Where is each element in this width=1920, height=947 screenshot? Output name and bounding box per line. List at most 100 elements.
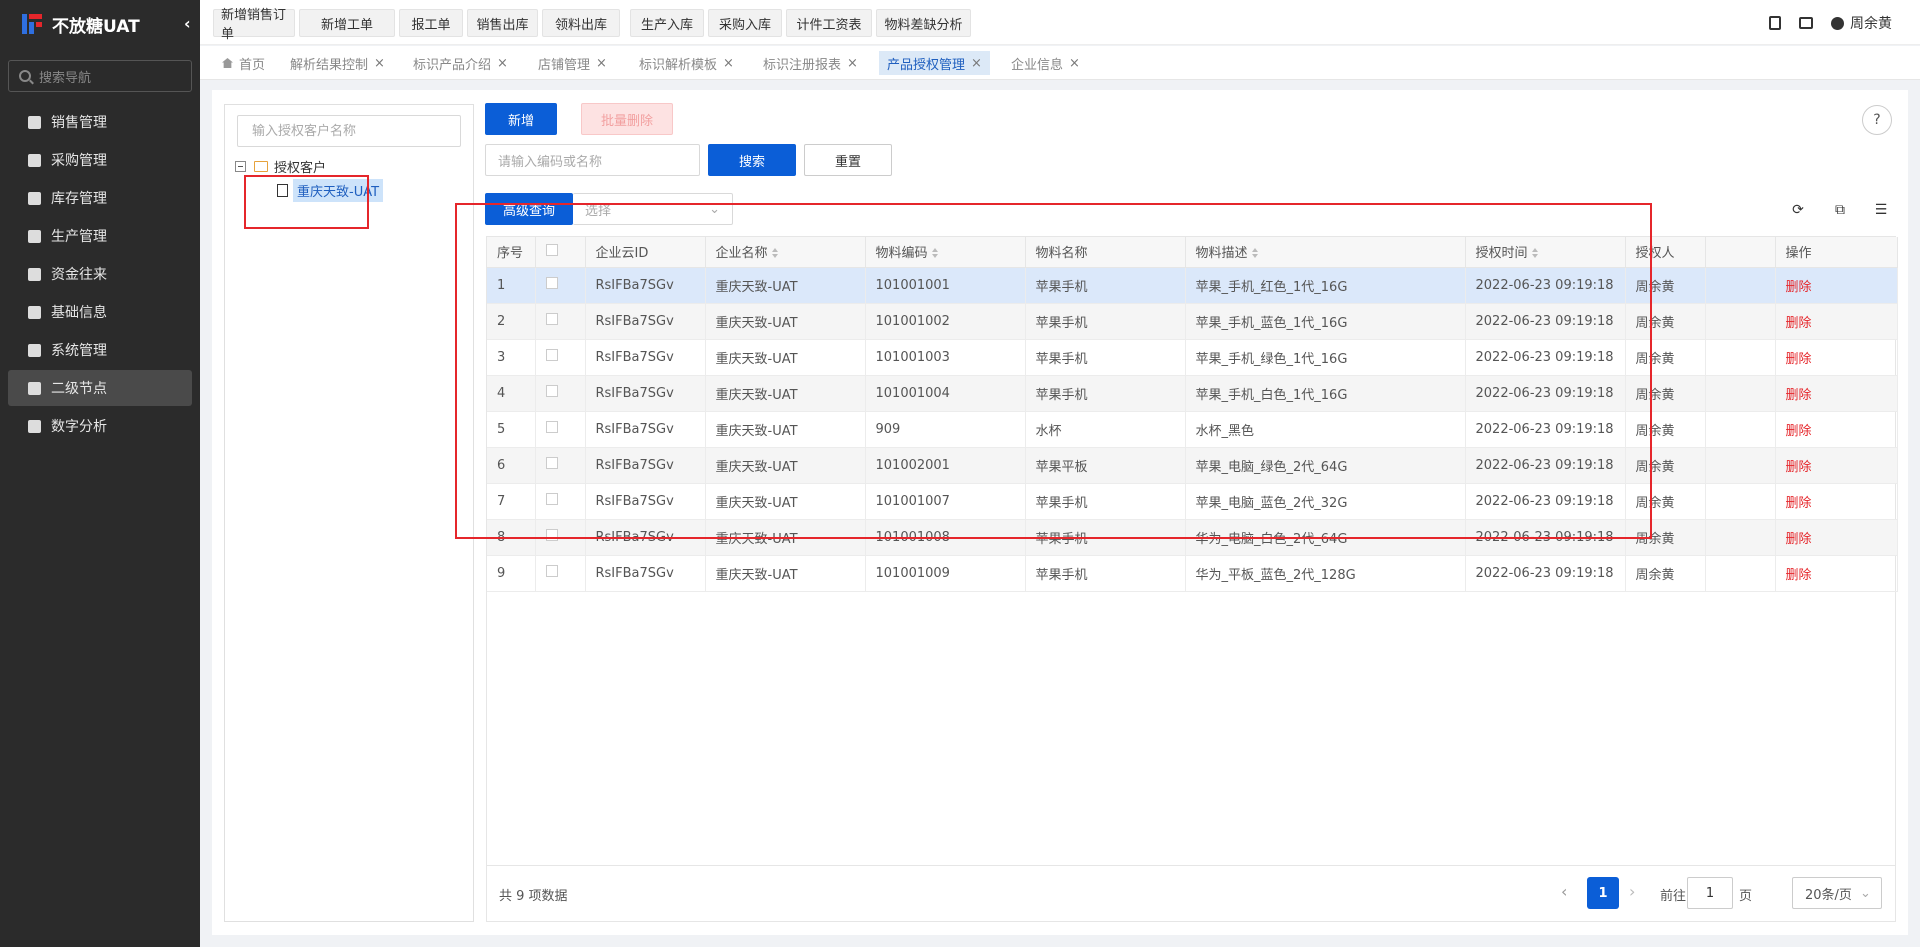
quick-action-button[interactable]: 物料差缺分析: [876, 9, 971, 37]
sidebar: 不放糖UAT ‹ 搜索导航 销售管理采购管理库存管理生产管理资金往来 基础信息系统…: [0, 0, 200, 947]
mobile-icon[interactable]: [1769, 15, 1781, 30]
tab-label: 企业信息: [1011, 57, 1064, 73]
tab-label: 解析结果控制: [290, 57, 369, 73]
tab[interactable]: 标识解析模板 ×: [631, 51, 742, 75]
app-logo: 不放糖UAT ‹: [0, 0, 200, 48]
table-cell: [535, 555, 586, 592]
table-cell: 101001009: [865, 555, 1026, 592]
close-tab-icon[interactable]: ×: [971, 56, 982, 71]
sidebar-item[interactable]: 库存管理: [8, 180, 192, 216]
help-icon[interactable]: ?: [1862, 105, 1892, 135]
sidebar-item-label: 系统管理: [51, 343, 107, 359]
sidebar-item[interactable]: 系统管理: [8, 332, 192, 368]
sidebar-item-label: 采购管理: [51, 153, 107, 169]
delete-link[interactable]: 删除: [1775, 339, 1898, 376]
table-cell: 重庆天致-UAT: [705, 555, 866, 592]
table-cell: [1705, 483, 1776, 520]
tab-label: 产品授权管理: [887, 57, 966, 73]
quick-action-button[interactable]: 采购入库: [708, 9, 782, 37]
add-button[interactable]: 新增: [485, 103, 557, 135]
delete-link[interactable]: 删除: [1775, 555, 1898, 592]
logo-icon: [20, 12, 44, 36]
tab[interactable]: 店铺管理 ×: [530, 51, 615, 75]
search-button[interactable]: 搜索: [708, 144, 796, 176]
fullscreen-icon[interactable]: ⧉: [1832, 202, 1848, 218]
delete-link[interactable]: 删除: [1775, 267, 1898, 304]
user-menu[interactable]: 周余黄: [1831, 13, 1892, 33]
column-header[interactable]: [1705, 237, 1776, 268]
sidebar-item[interactable]: 数字分析: [8, 408, 192, 444]
reset-button[interactable]: 重置: [804, 144, 892, 176]
close-tab-icon[interactable]: ×: [596, 56, 607, 71]
table-cell: RsIFBa7SGv: [585, 555, 706, 592]
tree-search-input[interactable]: [237, 115, 461, 147]
close-tab-icon[interactable]: ×: [847, 56, 858, 71]
delete-link[interactable]: 删除: [1775, 519, 1898, 556]
quick-action-button[interactable]: 生产入库: [630, 9, 704, 37]
search-icon: [19, 70, 31, 82]
tree-root-node[interactable]: 授权客户: [235, 157, 326, 176]
sidebar-item-label: 销售管理: [51, 115, 107, 131]
next-page-icon[interactable]: ›: [1629, 882, 1635, 901]
delete-link[interactable]: 删除: [1775, 375, 1898, 412]
sidebar-item-label: 生产管理: [51, 229, 107, 245]
tab[interactable]: 解析结果控制 ×: [282, 51, 393, 75]
sidebar-item[interactable]: 生产管理: [8, 218, 192, 254]
tab[interactable]: 产品授权管理 ×: [879, 51, 990, 75]
column-header[interactable]: 操作: [1775, 237, 1898, 268]
tab-label: 店铺管理: [538, 57, 591, 73]
goto-page-input[interactable]: 1: [1687, 877, 1733, 909]
quick-action-button[interactable]: 报工单: [399, 9, 463, 37]
screen-icon[interactable]: [1799, 16, 1813, 29]
collapse-node-icon[interactable]: [235, 161, 246, 172]
user-icon: [1831, 16, 1844, 30]
sidebar-item[interactable]: 采购管理: [8, 142, 192, 178]
sidebar-item[interactable]: 基础信息: [8, 294, 192, 330]
tab[interactable]: 标识产品介绍 ×: [405, 51, 516, 75]
delete-link[interactable]: 删除: [1775, 303, 1898, 340]
pie-icon: [28, 419, 41, 433]
table-row[interactable]: 9 RsIFBa7SGv 重庆天致-UAT 101001009 苹果手机 华为_平板_蓝色…: [487, 555, 1898, 592]
page-current[interactable]: 1: [1587, 877, 1619, 909]
tab-label: 标识注册报表: [763, 57, 842, 73]
prev-page-icon[interactable]: ‹: [1561, 882, 1567, 901]
close-tab-icon[interactable]: ×: [1069, 56, 1080, 71]
table-cell: [1705, 339, 1776, 376]
tab[interactable]: 首页: [214, 51, 273, 75]
quick-action-button[interactable]: 新增工单: [299, 9, 395, 37]
table-cell: 2022-06-23 09:19:18: [1465, 555, 1626, 592]
table-cell: 周余黄: [1625, 555, 1706, 592]
sidebar-item[interactable]: 二级节点: [8, 370, 192, 406]
close-tab-icon[interactable]: ×: [723, 56, 734, 71]
quick-action-button[interactable]: 新增销售订单: [213, 8, 295, 42]
quick-action-button[interactable]: 领料出库: [542, 9, 620, 37]
quick-action-button[interactable]: 销售出库: [467, 9, 538, 37]
column-settings-icon[interactable]: ☰: [1873, 202, 1889, 218]
quick-action-button[interactable]: 计件工资表: [786, 9, 872, 37]
folder-icon: [254, 161, 268, 172]
collapse-sidebar-icon[interactable]: ‹: [184, 14, 191, 33]
batch-delete-button[interactable]: 批量删除: [581, 103, 673, 135]
tab[interactable]: 标识注册报表 ×: [755, 51, 866, 75]
delete-link[interactable]: 删除: [1775, 483, 1898, 520]
table-cell: [1705, 555, 1776, 592]
app-title: 不放糖UAT: [52, 16, 140, 37]
apps-icon: [28, 343, 41, 357]
sidebar-item[interactable]: 资金往来: [8, 256, 192, 292]
doc-icon: [28, 381, 41, 395]
sidebar-item[interactable]: 销售管理: [8, 104, 192, 140]
row-checkbox[interactable]: [545, 565, 558, 577]
tab[interactable]: 企业信息 ×: [1003, 51, 1088, 75]
page-size-select[interactable]: 20条/页 ⌄: [1792, 877, 1882, 909]
delete-link[interactable]: 删除: [1775, 447, 1898, 484]
pagination-bar: 共 9 项数据 ‹ 1 › 前往 1 页 20条/页 ⌄: [487, 865, 1895, 921]
delete-link[interactable]: 删除: [1775, 411, 1898, 448]
tab-bar: 首页 解析结果控制 × 标识产品介绍 × 店铺管理 × 标识解析模板 × 标识注册报表 × 产品授权管…: [200, 46, 1920, 80]
sidebar-item-label: 二级节点: [51, 381, 107, 397]
nav-search-input[interactable]: 搜索导航: [8, 60, 192, 92]
code-name-search-input[interactable]: 请输入编码或名称: [485, 144, 700, 176]
close-tab-icon[interactable]: ×: [497, 56, 508, 71]
table-cell: [1705, 375, 1776, 412]
refresh-icon[interactable]: ⟳: [1790, 202, 1806, 218]
close-tab-icon[interactable]: ×: [374, 56, 385, 71]
